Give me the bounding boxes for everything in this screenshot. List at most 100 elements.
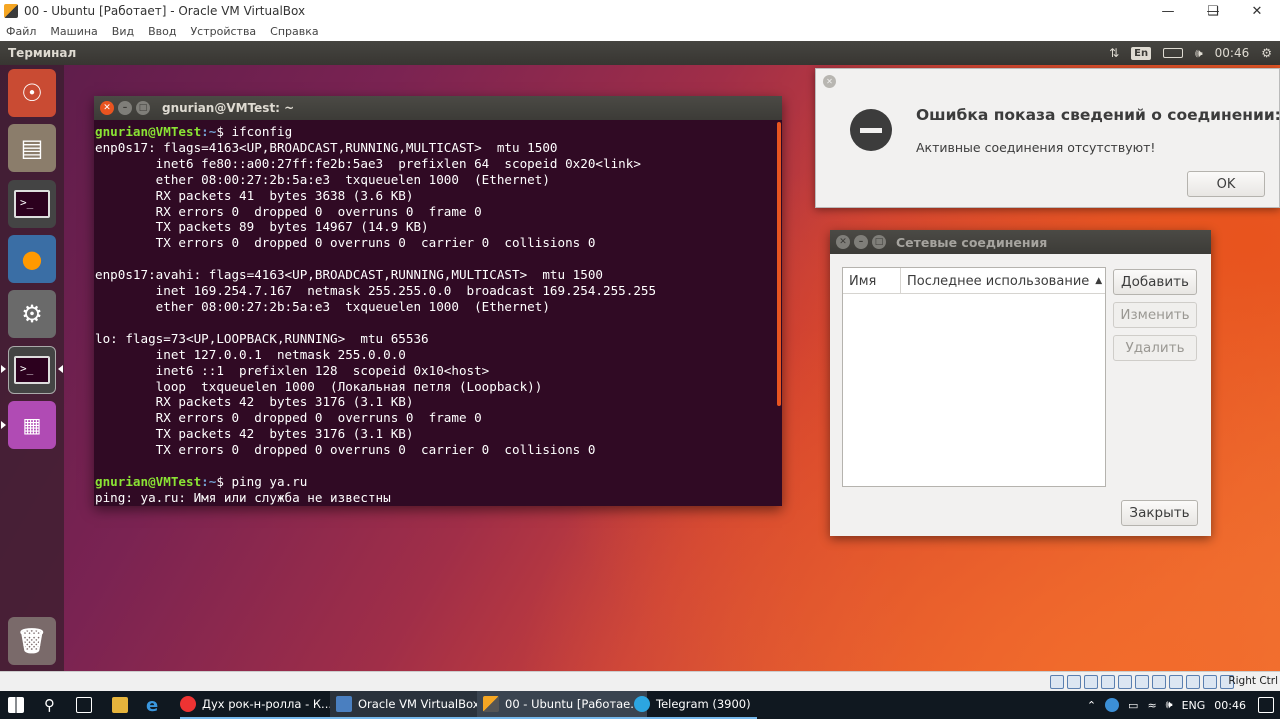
connections-table[interactable]: Имя Последнее использование ▲ — [842, 267, 1106, 487]
shared-folders-icon[interactable] — [1135, 675, 1149, 689]
taskbar-app-ubuntu-vm[interactable]: 00 - Ubuntu [Работае... — [477, 691, 648, 719]
system-tray: ⌃ ▭ ≈ 🕪 ENG 00:46 — [1087, 691, 1280, 719]
guest-desktop: Терминал ⇅ En 🕪 00:46 ⚙ ☉ ▤ >_ ● ⚙ >_ ▦ … — [0, 41, 1280, 671]
volume-icon[interactable]: 🕪 — [1195, 46, 1203, 61]
indicator-area: ⇅ En 🕪 00:46 ⚙ — [1109, 41, 1280, 65]
add-button[interactable]: Добавить — [1113, 269, 1197, 295]
maximize-icon[interactable]: □ — [136, 101, 150, 115]
taskbar-app-yandex[interactable]: Дух рок-н-ролла - К... — [180, 691, 333, 719]
error-message: Активные соединения отсутствуют! — [916, 140, 1156, 155]
keyboard-layout-indicator[interactable]: En — [1131, 46, 1152, 60]
hard-disk-icon[interactable] — [1050, 675, 1064, 689]
language-indicator[interactable]: ENG — [1182, 699, 1206, 712]
terminal-active-button[interactable]: >_ — [8, 346, 56, 394]
maximize-icon[interactable]: □ — [872, 235, 886, 249]
close-button[interactable]: ✕ — [1234, 0, 1280, 22]
network-dialog-titlebar[interactable]: ✕ – □ Сетевые соединения — [830, 230, 1211, 254]
prompt-user: gnurian@VMTest — [95, 473, 202, 489]
column-name[interactable]: Имя — [843, 268, 901, 294]
task-view-icon — [76, 697, 92, 713]
close-button[interactable]: Закрыть — [1121, 500, 1198, 526]
edge-button[interactable]: e — [146, 691, 158, 719]
notifications-icon[interactable] — [1258, 697, 1274, 713]
system-settings-button[interactable]: ⚙ — [8, 290, 56, 338]
terminal-scrollbar[interactable] — [777, 122, 781, 406]
terminal-titlebar[interactable]: ✕ – □ gnurian@VMTest: ~ — [94, 96, 782, 120]
telegram-icon — [634, 696, 650, 712]
delete-button[interactable]: Удалить — [1113, 335, 1197, 361]
menu-devices[interactable]: Устройства — [190, 25, 256, 38]
optical-drive-icon[interactable] — [1067, 675, 1081, 689]
wifi-icon[interactable]: ≈ — [1147, 699, 1156, 712]
minimize-icon[interactable]: — — [1145, 0, 1191, 22]
files-button[interactable]: ▤ — [8, 124, 56, 172]
video-capture-icon[interactable] — [1169, 675, 1183, 689]
usb-icon[interactable] — [1118, 675, 1132, 689]
network-computers-icon: ▦ — [22, 413, 42, 437]
terminal-launcher-button[interactable]: >_ — [8, 180, 56, 228]
battery-icon[interactable] — [1163, 48, 1184, 58]
close-icon[interactable]: ✕ — [836, 235, 850, 249]
chevron-up-icon[interactable]: ⌃ — [1087, 699, 1096, 712]
running-indicator — [1, 421, 6, 429]
close-icon[interactable]: ✕ — [100, 101, 114, 115]
task-view-button[interactable] — [76, 691, 98, 719]
windows-logo-icon — [8, 697, 24, 713]
terminal-title: gnurian@VMTest: ~ — [162, 101, 295, 115]
column-last-used-label: Последнее использование — [907, 273, 1090, 289]
focused-indicator — [58, 365, 63, 373]
gear-icon[interactable]: ⚙ — [1261, 46, 1272, 60]
taskbar-clock[interactable]: 00:46 — [1214, 699, 1246, 712]
menu-help[interactable]: Справка — [270, 25, 318, 38]
search-icon[interactable]: ⚲ — [44, 691, 55, 719]
settings-wrench-icon: ⚙ — [21, 300, 43, 328]
menu-input[interactable]: Ввод — [148, 25, 176, 38]
prompt-path: :~ — [201, 124, 217, 139]
volume-icon[interactable]: 🕪 — [1166, 698, 1173, 712]
taskbar-app-label: Telegram (3900) — [656, 697, 751, 711]
trash-button[interactable]: 🗑 — [8, 617, 56, 665]
ubuntu-dash-button[interactable]: ☉ — [8, 69, 56, 117]
taskbar-app-telegram[interactable]: Telegram (3900) — [628, 691, 757, 719]
cpu-icon[interactable] — [1186, 675, 1200, 689]
menu-machine[interactable]: Машина — [50, 25, 97, 38]
battery-icon[interactable]: ▭ — [1128, 699, 1138, 712]
display-icon[interactable] — [1152, 675, 1166, 689]
sort-ascending-icon: ▲ — [1095, 276, 1103, 286]
network-dialog-title: Сетевые соединения — [896, 234, 1048, 250]
command-text: $ ping ya.ru — [216, 473, 308, 489]
network-transfer-icon[interactable]: ⇅ — [1109, 46, 1119, 60]
ok-button[interactable]: OK — [1187, 171, 1265, 197]
network-connections-button[interactable]: ▦ — [8, 401, 56, 449]
network-icon[interactable] — [1101, 675, 1115, 689]
ping-output: ping: ya.ru: Имя или служба не известны — [95, 489, 391, 505]
audio-icon[interactable] — [1084, 675, 1098, 689]
column-last-used[interactable]: Последнее использование ▲ — [901, 268, 1105, 294]
host-key-label: Right Ctrl — [1228, 675, 1278, 687]
close-icon[interactable]: ✕ — [823, 75, 836, 88]
file-explorer-button[interactable] — [112, 691, 134, 719]
clock[interactable]: 00:46 — [1215, 46, 1250, 60]
firefox-button[interactable]: ● — [8, 235, 56, 283]
ubuntu-logo-icon: ☉ — [21, 79, 43, 107]
minimize-icon[interactable]: – — [854, 235, 868, 249]
virtualbox-logo-icon — [4, 4, 18, 18]
taskbar-app-virtualbox[interactable]: Oracle VM VirtualBox ... — [330, 691, 501, 719]
active-app-name: Терминал — [8, 46, 77, 60]
maximize-button[interactable]: ❑ — [1190, 0, 1236, 22]
menu-view[interactable]: Вид — [112, 25, 134, 38]
minimize-icon[interactable]: – — [118, 101, 132, 115]
tray-app-icon[interactable] — [1105, 698, 1120, 712]
taskbar-app-label: Oracle VM VirtualBox ... — [358, 697, 495, 711]
edit-button[interactable]: Изменить — [1113, 302, 1197, 328]
screen: 00 - Ubuntu [Работает] - Oracle VM Virtu… — [0, 0, 1280, 719]
terminal-output[interactable]: gnurian@VMTest:~$ ifconfig enp0s17: flag… — [94, 120, 782, 506]
virtualbox-icon — [336, 696, 352, 712]
start-button[interactable] — [8, 691, 30, 719]
mouse-integration-icon[interactable] — [1203, 675, 1217, 689]
window-title: 00 - Ubuntu [Работает] - Oracle VM Virtu… — [24, 4, 306, 18]
virtualbox-statusbar: Right Ctrl — [0, 671, 1280, 691]
menu-file[interactable]: Файл — [6, 25, 36, 38]
device-icons — [1050, 675, 1234, 689]
network-connections-dialog: ✕ – □ Сетевые соединения Имя Последнее и… — [830, 230, 1211, 536]
